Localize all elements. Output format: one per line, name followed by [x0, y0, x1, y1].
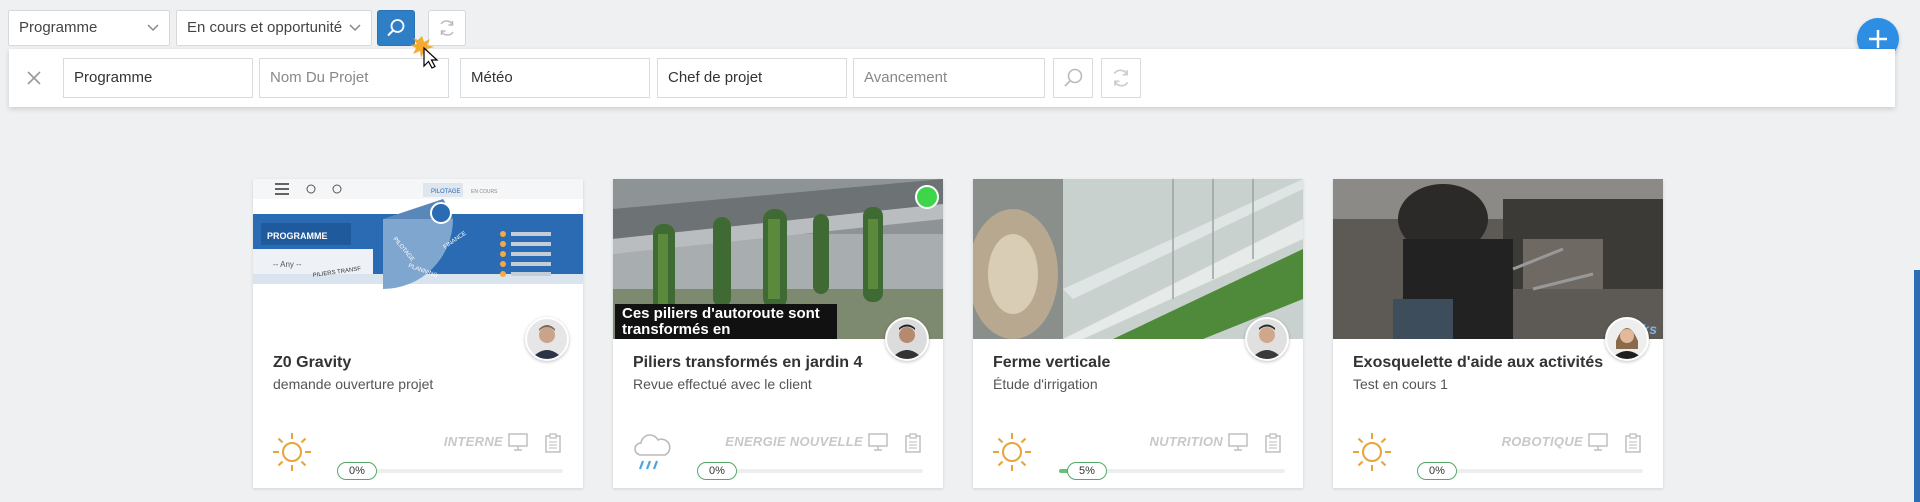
filter-avancement-field[interactable]: Avancement	[853, 58, 1045, 98]
project-thumbnail: PROGRAMME -- Any -- PILOTAGE EN COURS PI…	[253, 179, 583, 339]
monitor-icon[interactable]	[1228, 433, 1248, 456]
search-icon	[387, 19, 405, 37]
sun-icon	[1351, 431, 1393, 473]
card-subtitle: Étude d'irrigation	[993, 376, 1098, 392]
clipboard-icon[interactable]	[905, 433, 921, 458]
rain-cloud-icon	[631, 431, 673, 473]
progress-label: 0%	[337, 462, 377, 480]
card-subtitle: demande ouverture projet	[273, 376, 434, 392]
filter-search-button[interactable]	[1053, 58, 1093, 98]
close-filters-button[interactable]	[22, 66, 46, 90]
filter-avancement-placeholder: Avancement	[864, 69, 948, 86]
monitor-icon[interactable]	[1588, 433, 1608, 456]
filter-programme-field[interactable]: Programme	[63, 58, 253, 98]
thumb-tab-en-cours: EN COURS	[471, 189, 498, 195]
status-badge	[915, 185, 939, 209]
card-title[interactable]: Ferme verticale	[993, 354, 1110, 372]
programme-select[interactable]: Programme	[8, 10, 170, 46]
card-category: ENERGIE NOUVELLE	[725, 434, 863, 449]
avatar	[525, 317, 569, 361]
progress-label: 0%	[1417, 462, 1457, 480]
monitor-icon[interactable]	[868, 433, 888, 456]
card-title[interactable]: Piliers transformés en jardin 4	[633, 354, 862, 372]
project-card[interactable]: Ferme verticale Étude d'irrigation NUTRI…	[973, 179, 1303, 488]
filter-chef-projet-field[interactable]: Chef de projet	[657, 58, 847, 98]
progress-label: 0%	[697, 462, 737, 480]
clipboard-icon[interactable]	[545, 433, 561, 458]
card-title[interactable]: Z0 Gravity	[273, 354, 351, 372]
thumb-tab-pilotage: PILOTAGE	[431, 189, 461, 195]
filter-programme-value: Programme	[74, 69, 153, 86]
clipboard-icon[interactable]	[1265, 433, 1281, 458]
scrollbar[interactable]	[1914, 270, 1920, 502]
project-card[interactable]: Ces piliers d'autoroute sont transformés…	[613, 179, 943, 488]
sun-icon	[271, 431, 313, 473]
filter-meteo-value: Météo	[471, 69, 513, 86]
refresh-icon	[1113, 69, 1129, 87]
avatar	[885, 317, 929, 361]
card-subtitle: Revue effectué avec le client	[633, 376, 812, 392]
project-thumbnail: eks	[1333, 179, 1663, 339]
filter-meteo-field[interactable]: Météo	[460, 58, 650, 98]
thumb-any-label: -- Any --	[273, 260, 302, 269]
search-icon	[1064, 68, 1083, 87]
project-card[interactable]: PROGRAMME -- Any -- PILOTAGE EN COURS PI…	[253, 179, 583, 488]
status-select[interactable]: En cours et opportunité	[176, 10, 372, 46]
filter-nom-projet-placeholder: Nom Du Projet	[270, 69, 369, 86]
project-card[interactable]: eks Exosquelette d'aide aux activités Te…	[1333, 179, 1663, 488]
card-title[interactable]: Exosquelette d'aide aux activités	[1353, 354, 1603, 372]
monitor-icon[interactable]	[508, 433, 528, 456]
plus-icon	[1869, 30, 1887, 48]
image-caption: Ces piliers d'autoroute sont transformés…	[615, 304, 837, 339]
avatar	[1605, 317, 1649, 361]
filter-reset-button[interactable]	[1101, 58, 1141, 98]
thumb-programme-label: PROGRAMME	[267, 231, 328, 241]
progress-label: 5%	[1067, 462, 1107, 480]
card-category: ROBOTIQUE	[1501, 434, 1583, 449]
avatar	[1245, 317, 1289, 361]
sun-icon	[991, 431, 1033, 473]
filter-panel: Programme Nom Du Projet Météo Chef de pr…	[9, 49, 1895, 107]
filter-chef-projet-value: Chef de projet	[668, 69, 763, 86]
refresh-icon	[440, 20, 454, 36]
close-icon	[27, 71, 41, 85]
mouse-cursor	[410, 36, 446, 77]
programme-select-value: Programme	[19, 19, 98, 36]
card-category: NUTRITION	[1149, 434, 1223, 449]
clipboard-icon[interactable]	[1625, 433, 1641, 458]
project-thumbnail	[973, 179, 1303, 339]
project-thumbnail: Ces piliers d'autoroute sont transformés…	[613, 179, 943, 339]
status-select-value: En cours et opportunité	[187, 19, 343, 36]
card-subtitle: Test en cours 1	[1353, 376, 1448, 392]
toolbar: Programme En cours et opportunité	[0, 0, 1920, 56]
card-category: INTERNE	[443, 434, 503, 449]
